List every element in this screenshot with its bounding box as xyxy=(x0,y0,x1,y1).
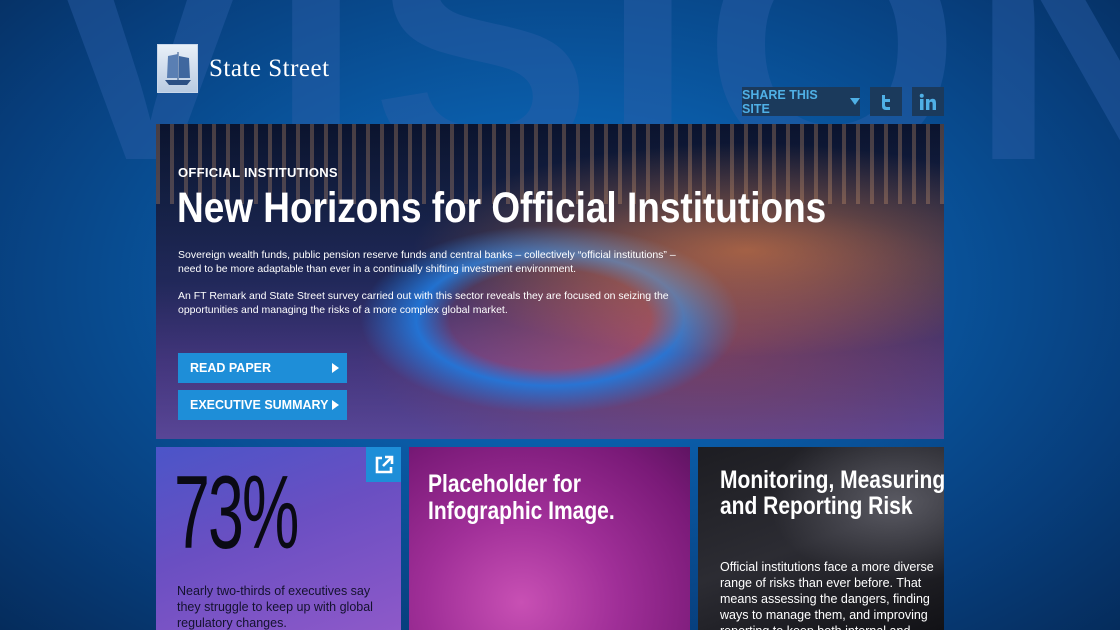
read-paper-label: READ PAPER xyxy=(190,361,272,375)
stat-value: 73% xyxy=(174,455,299,571)
stat-card[interactable]: 73% Nearly two-thirds of executives say … xyxy=(156,447,401,630)
caret-down-icon xyxy=(850,98,860,105)
brand-logo[interactable]: State Street xyxy=(157,44,330,93)
share-menu[interactable]: SHARE THIS SITE xyxy=(742,87,860,116)
hero-banner: OFFICIAL INSTITUTIONS New Horizons for O… xyxy=(156,124,944,439)
share-this-site-button[interactable]: SHARE THIS SITE xyxy=(742,87,860,116)
play-arrow-icon xyxy=(332,363,339,373)
brand-name: State Street xyxy=(209,54,330,82)
executive-summary-label: EXECUTIVE SUMMARY xyxy=(190,398,329,412)
twitter-button[interactable] xyxy=(870,87,902,116)
share-label: SHARE THIS SITE xyxy=(742,87,818,116)
linkedin-button[interactable] xyxy=(912,87,944,116)
hero-title: New Horizons for Official Institutions xyxy=(177,184,827,232)
twitter-icon xyxy=(882,94,890,110)
read-paper-button[interactable]: READ PAPER xyxy=(178,353,347,383)
risk-card[interactable]: Monitoring, Measuring and Reporting Risk… xyxy=(698,447,944,630)
infographic-placeholder-title: Placeholder for Infographic Image. xyxy=(428,470,615,525)
clipper-ship-icon xyxy=(157,44,198,93)
hero-paragraph-2: An FT Remark and State Street survey car… xyxy=(178,290,669,316)
external-link-icon xyxy=(375,455,393,473)
executive-summary-button[interactable]: EXECUTIVE SUMMARY xyxy=(178,390,347,420)
play-arrow-icon xyxy=(332,400,339,410)
stat-description: Nearly two-thirds of executives say they… xyxy=(177,584,373,630)
risk-card-title: Monitoring, Measuring and Reporting Risk xyxy=(720,466,944,520)
linkedin-icon xyxy=(919,93,936,110)
hero-paragraph-1: Sovereign wealth funds, public pension r… xyxy=(178,249,676,275)
risk-card-text: Official institutions face a more divers… xyxy=(720,560,934,630)
infographic-card[interactable]: Placeholder for Infographic Image. xyxy=(409,447,690,630)
external-link-button[interactable] xyxy=(366,447,401,482)
hero-kicker: OFFICIAL INSTITUTIONS xyxy=(178,165,338,180)
